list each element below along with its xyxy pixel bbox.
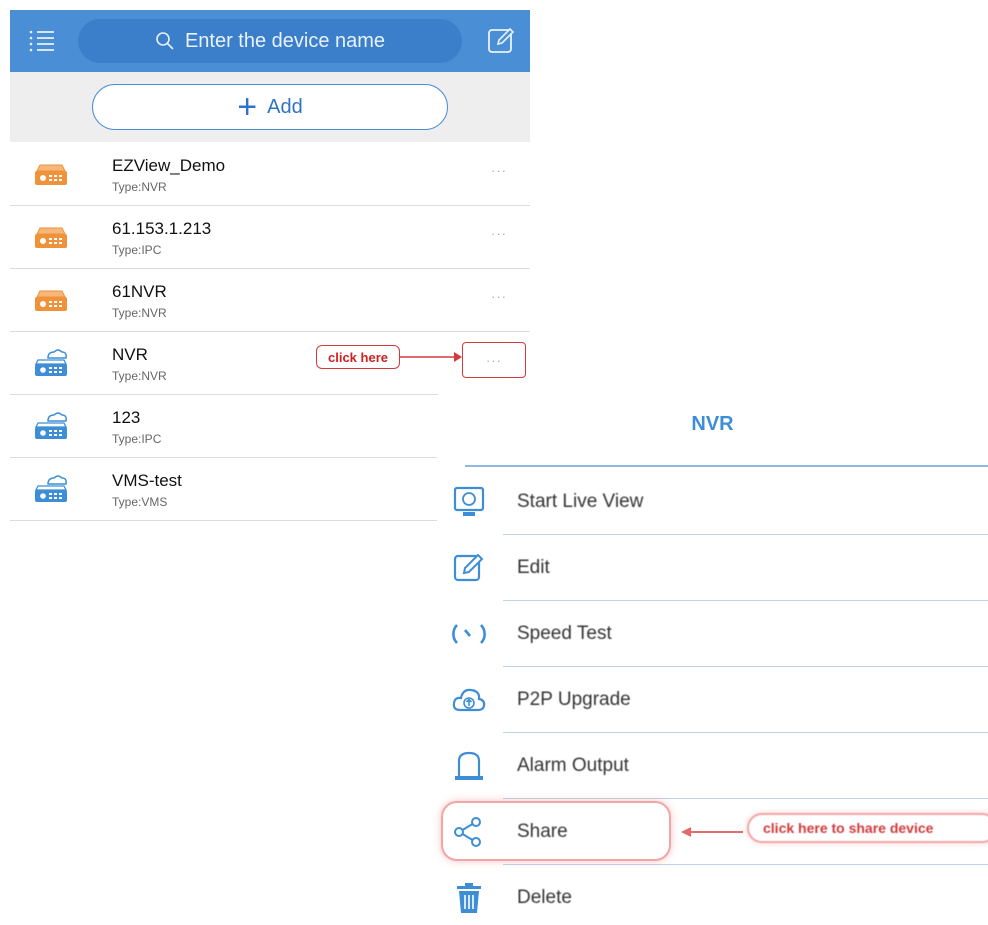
cloud-dvr-icon <box>34 475 68 502</box>
device-type: Type:IPC <box>112 243 162 257</box>
menu-item-start-live-view[interactable]: Start Live View <box>437 469 988 535</box>
menu-item-label: Delete <box>517 887 572 908</box>
monitor-icon <box>453 486 485 516</box>
device-row-61nvr[interactable]: 61NVR Type:NVR ··· <box>10 269 530 332</box>
device-name: 61.153.1.213 <box>112 219 212 238</box>
top-bar: Enter the device name <box>10 10 530 72</box>
add-bar: + Add <box>10 72 530 142</box>
speedometer-icon <box>452 624 486 644</box>
device-name: 61NVR <box>112 282 167 301</box>
more-options-icon[interactable]: ··· <box>474 226 524 248</box>
device-type: Type:NVR <box>112 369 167 383</box>
device-type: Type:IPC <box>112 432 162 446</box>
search-input[interactable]: Enter the device name <box>78 19 462 63</box>
edit-icon <box>453 553 484 582</box>
device-type: Type:VMS <box>112 495 168 509</box>
menu-item-label: Speed Test <box>517 623 612 644</box>
menu-item-alarm-output[interactable]: Alarm Output <box>437 733 988 799</box>
share-device-annotation: click here to share device <box>747 813 988 843</box>
nvr-more-options-button[interactable]: ··· <box>462 342 526 378</box>
search-icon <box>156 32 174 50</box>
click-here-annotation: click here <box>316 345 400 369</box>
device-name: EZView_Demo <box>112 156 226 175</box>
cloud-upload-icon <box>452 688 486 712</box>
menu-item-p2p-upgrade[interactable]: P2P Upgrade <box>437 667 988 733</box>
menu-item-edit[interactable]: Edit <box>437 535 988 601</box>
title-divider <box>465 465 988 467</box>
device-name: VMS-test <box>112 471 182 490</box>
orange-dvr-icon <box>35 227 67 248</box>
menu-item-speed-test[interactable]: Speed Test <box>437 601 988 667</box>
annotation-arrow-icon <box>400 352 462 362</box>
plus-icon: + <box>237 88 258 126</box>
edit-pencil-icon[interactable] <box>486 25 516 55</box>
add-device-button[interactable]: + Add <box>92 84 448 130</box>
menu-item-label: Alarm Output <box>517 755 629 776</box>
device-row-ezview-demo[interactable]: EZView_Demo Type:NVR ··· <box>10 143 530 206</box>
share-highlight-annotation <box>441 801 671 861</box>
menu-item-delete[interactable]: Delete <box>437 865 988 925</box>
orange-dvr-icon <box>35 290 67 311</box>
annotation-arrow-icon <box>681 827 743 837</box>
orange-dvr-icon <box>35 164 67 185</box>
device-row-61-153-1-213[interactable]: 61.153.1.213 Type:IPC ··· <box>10 206 530 269</box>
device-type: Type:NVR <box>112 180 167 194</box>
menu-title: NVR <box>691 413 734 435</box>
device-name: 123 <box>112 408 141 427</box>
more-options-icon[interactable]: ··· <box>474 163 524 185</box>
device-row-123[interactable]: 123 Type:IPC <box>10 395 438 458</box>
alarm-bell-icon <box>455 751 483 780</box>
device-name: NVR <box>112 345 148 364</box>
cloud-dvr-icon <box>34 349 68 376</box>
add-button-label: Add <box>267 95 303 118</box>
menu-item-label: Start Live View <box>517 491 644 512</box>
search-placeholder: Enter the device name <box>184 29 386 52</box>
list-menu-icon[interactable] <box>28 27 56 55</box>
menu-item-label: Edit <box>517 557 550 578</box>
trash-icon <box>457 883 481 913</box>
more-options-icon[interactable]: ··· <box>474 289 524 311</box>
device-context-menu: NVR Start Live View Edit Speed Test P2P … <box>437 395 988 925</box>
cloud-dvr-icon <box>34 412 68 439</box>
device-type: Type:NVR <box>112 306 167 320</box>
menu-item-label: P2P Upgrade <box>517 689 631 710</box>
